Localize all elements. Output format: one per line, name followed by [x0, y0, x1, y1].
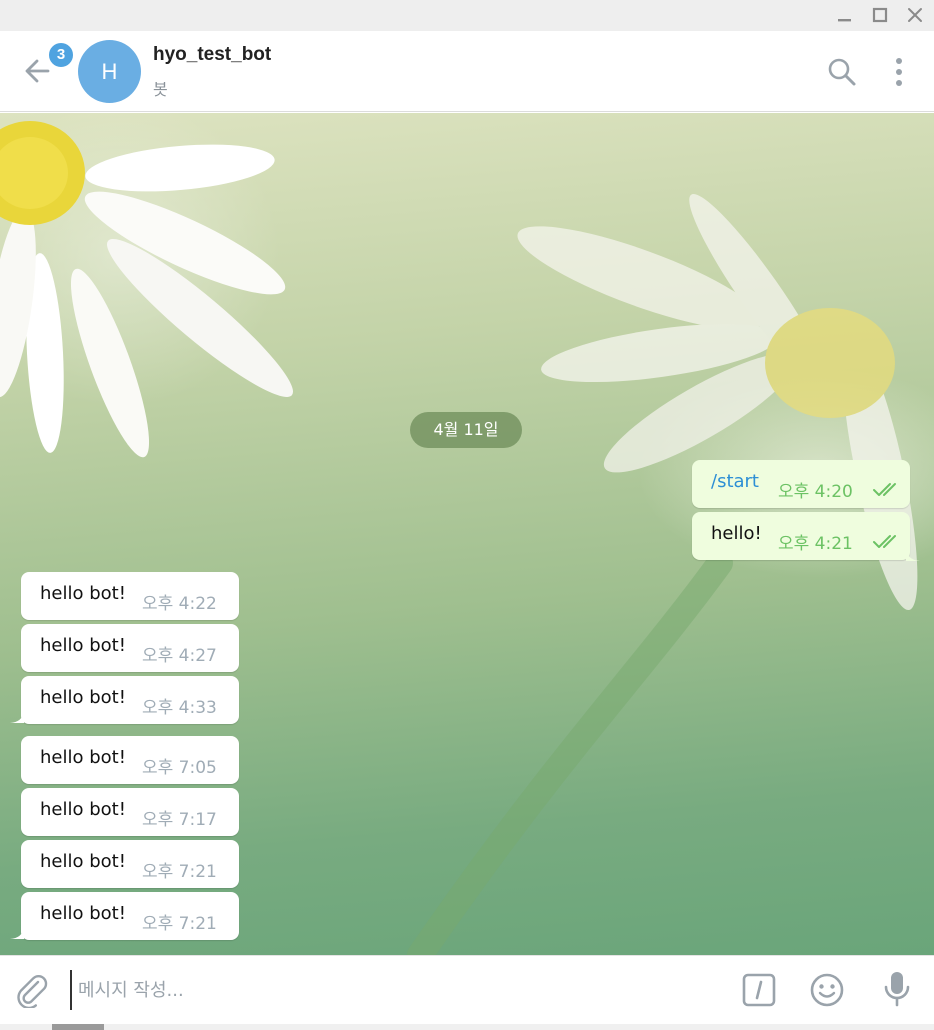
message-time: 오후 7:05 [142, 758, 217, 778]
slash-command-icon[interactable] [742, 973, 776, 1007]
message-time: 오후 4:22 [142, 594, 217, 614]
maximize-icon[interactable] [869, 4, 891, 26]
emoji-icon[interactable] [809, 972, 845, 1008]
more-vertical-icon[interactable] [888, 55, 910, 89]
incoming-message[interactable]: hello bot! 오후 7:21 [21, 840, 239, 888]
incoming-message[interactable]: hello bot! 오후 4:22 [21, 572, 239, 620]
search-icon[interactable] [826, 56, 858, 88]
date-divider: 4월 11일 [410, 412, 522, 448]
message-composer [0, 955, 934, 1024]
message-time: 오후 4:20 [778, 482, 853, 502]
incoming-message[interactable]: hello bot! 오후 7:05 [21, 736, 239, 784]
double-check-icon [873, 535, 896, 548]
microphone-icon[interactable] [882, 970, 912, 1008]
chat-subtitle: 봇 [153, 80, 168, 99]
window-titlebar [0, 0, 934, 31]
outgoing-message[interactable]: hello! 오후 4:21 [692, 512, 910, 560]
message-input[interactable] [70, 970, 710, 1010]
incoming-message[interactable]: hello bot! 오후 4:27 [21, 624, 239, 672]
chat-title[interactable]: hyo_test_bot [153, 44, 271, 66]
window-scrollbar [0, 1024, 934, 1030]
message-time: 오후 7:21 [142, 914, 217, 934]
message-time: 오후 4:21 [778, 534, 853, 554]
outgoing-message[interactable]: /start 오후 4:20 [692, 460, 910, 508]
message-text: hello! [711, 523, 762, 544]
message-text: hello bot! [40, 583, 126, 604]
message-time: 오후 7:21 [142, 862, 217, 882]
avatar[interactable]: H [78, 40, 141, 103]
bubble-tail [10, 928, 24, 939]
message-time: 오후 7:17 [142, 810, 217, 830]
message-text: hello bot! [40, 635, 126, 656]
bubble-tail [906, 550, 920, 561]
incoming-message[interactable]: hello bot! 오후 4:33 [21, 676, 239, 724]
message-text: hello bot! [40, 687, 126, 708]
message-text: hello bot! [40, 799, 126, 820]
paperclip-icon[interactable] [14, 972, 50, 1008]
scrollbar-thumb[interactable] [52, 1024, 104, 1030]
message-time: 오후 4:27 [142, 646, 217, 666]
message-text: hello bot! [40, 851, 126, 872]
double-check-icon [873, 483, 896, 496]
incoming-message[interactable]: hello bot! 오후 7:17 [21, 788, 239, 836]
chat-header: 3 H hyo_test_bot 봇 [0, 31, 934, 112]
message-text: hello bot! [40, 903, 126, 924]
incoming-message[interactable]: hello bot! 오후 7:21 [21, 892, 239, 940]
message-text[interactable]: /start [711, 471, 759, 492]
close-icon[interactable] [904, 4, 926, 26]
unread-badge: 3 [47, 41, 75, 69]
message-time: 오후 4:33 [142, 698, 217, 718]
message-list[interactable]: 4월 11일 /start 오후 4:20 hello! 오후 4:21 hel… [0, 113, 934, 955]
message-text: hello bot! [40, 747, 126, 768]
minimize-icon[interactable] [833, 4, 855, 26]
bubble-tail [10, 712, 24, 723]
